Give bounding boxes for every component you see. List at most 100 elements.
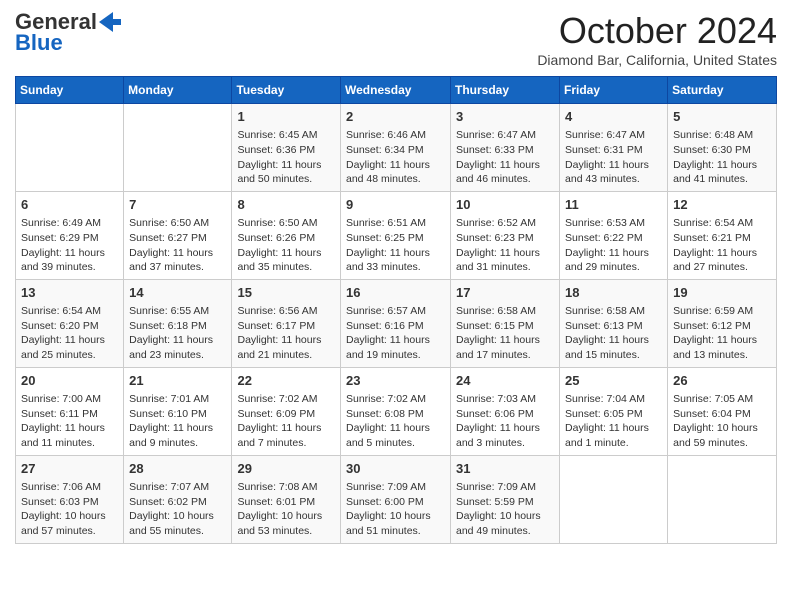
calendar-cell: 16 Sunrise: 6:57 AM Sunset: 6:16 PM Dayli… — [341, 279, 451, 367]
month-title: October 2024 — [537, 10, 777, 52]
calendar-cell: 23Sunrise: 7:02 AM Sunset: 6:08 PM Dayli… — [341, 367, 451, 455]
day-number: 30 — [346, 460, 445, 478]
day-number: 28 — [129, 460, 226, 478]
calendar-cell: 26 Sunrise: 7:05 AM Sunset: 6:04 PM Dayli… — [668, 367, 777, 455]
calendar-cell — [668, 455, 777, 543]
calendar-cell: 7 Sunrise: 6:50 AM Sunset: 6:27 PM Daylig… — [124, 191, 232, 279]
calendar-cell: 20 Sunrise: 7:00 AM Sunset: 6:11 PM Dayli… — [16, 367, 124, 455]
location-text: Diamond Bar, California, United States — [537, 52, 777, 68]
calendar-week-row: 13 Sunrise: 6:54 AM Sunset: 6:20 PM Dayli… — [16, 279, 777, 367]
day-content: Sunrise: 6:50 AM Sunset: 6:27 PM Dayligh… — [129, 216, 226, 275]
calendar-cell: 9 Sunrise: 6:51 AM Sunset: 6:25 PM Daylig… — [341, 191, 451, 279]
title-block: October 2024 Diamond Bar, California, Un… — [537, 10, 777, 68]
day-content: Sunrise: 6:59 AM Sunset: 6:12 PM Dayligh… — [673, 304, 771, 363]
day-number: 27 — [21, 460, 118, 478]
day-number: 5 — [673, 108, 771, 126]
calendar-cell: 24Sunrise: 7:03 AM Sunset: 6:06 PM Dayli… — [451, 367, 560, 455]
day-content: Sunrise: 7:03 AM Sunset: 6:06 PM Dayligh… — [456, 392, 554, 451]
calendar-day-header: Thursday — [451, 77, 560, 104]
day-content: Sunrise: 7:08 AM Sunset: 6:01 PM Dayligh… — [237, 480, 335, 539]
calendar-cell: 1Sunrise: 6:45 AM Sunset: 6:36 PM Daylig… — [232, 104, 341, 192]
day-number: 20 — [21, 372, 118, 390]
day-content: Sunrise: 7:06 AM Sunset: 6:03 PM Dayligh… — [21, 480, 118, 539]
day-number: 4 — [565, 108, 662, 126]
day-content: Sunrise: 6:49 AM Sunset: 6:29 PM Dayligh… — [21, 216, 118, 275]
day-number: 10 — [456, 196, 554, 214]
calendar-cell: 8Sunrise: 6:50 AM Sunset: 6:26 PM Daylig… — [232, 191, 341, 279]
day-number: 11 — [565, 196, 662, 214]
calendar-week-row: 1Sunrise: 6:45 AM Sunset: 6:36 PM Daylig… — [16, 104, 777, 192]
day-content: Sunrise: 7:01 AM Sunset: 6:10 PM Dayligh… — [129, 392, 226, 451]
day-number: 8 — [237, 196, 335, 214]
day-content: Sunrise: 7:09 AM Sunset: 5:59 PM Dayligh… — [456, 480, 554, 539]
calendar-body: 1Sunrise: 6:45 AM Sunset: 6:36 PM Daylig… — [16, 104, 777, 544]
calendar-day-header: Sunday — [16, 77, 124, 104]
day-number: 6 — [21, 196, 118, 214]
day-number: 16 — [346, 284, 445, 302]
day-content: Sunrise: 6:47 AM Sunset: 6:31 PM Dayligh… — [565, 128, 662, 187]
day-content: Sunrise: 7:00 AM Sunset: 6:11 PM Dayligh… — [21, 392, 118, 451]
calendar-cell: 27 Sunrise: 7:06 AM Sunset: 6:03 PM Dayli… — [16, 455, 124, 543]
calendar-cell: 19 Sunrise: 6:59 AM Sunset: 6:12 PM Dayli… — [668, 279, 777, 367]
day-number: 17 — [456, 284, 554, 302]
day-number: 7 — [129, 196, 226, 214]
day-content: Sunrise: 7:05 AM Sunset: 6:04 PM Dayligh… — [673, 392, 771, 451]
day-number: 9 — [346, 196, 445, 214]
calendar-cell: 2 Sunrise: 6:46 AM Sunset: 6:34 PM Daylig… — [341, 104, 451, 192]
day-content: Sunrise: 6:56 AM Sunset: 6:17 PM Dayligh… — [237, 304, 335, 363]
calendar-cell: 5 Sunrise: 6:48 AM Sunset: 6:30 PM Daylig… — [668, 104, 777, 192]
day-content: Sunrise: 6:58 AM Sunset: 6:15 PM Dayligh… — [456, 304, 554, 363]
day-content: Sunrise: 7:02 AM Sunset: 6:08 PM Dayligh… — [346, 392, 445, 451]
day-content: Sunrise: 6:52 AM Sunset: 6:23 PM Dayligh… — [456, 216, 554, 275]
day-content: Sunrise: 7:09 AM Sunset: 6:00 PM Dayligh… — [346, 480, 445, 539]
day-number: 18 — [565, 284, 662, 302]
calendar-week-row: 20 Sunrise: 7:00 AM Sunset: 6:11 PM Dayli… — [16, 367, 777, 455]
day-content: Sunrise: 6:48 AM Sunset: 6:30 PM Dayligh… — [673, 128, 771, 187]
calendar-cell: 13 Sunrise: 6:54 AM Sunset: 6:20 PM Dayli… — [16, 279, 124, 367]
day-content: Sunrise: 6:54 AM Sunset: 6:20 PM Dayligh… — [21, 304, 118, 363]
day-content: Sunrise: 6:53 AM Sunset: 6:22 PM Dayligh… — [565, 216, 662, 275]
calendar-day-header: Wednesday — [341, 77, 451, 104]
calendar-cell: 21Sunrise: 7:01 AM Sunset: 6:10 PM Dayli… — [124, 367, 232, 455]
day-number: 31 — [456, 460, 554, 478]
day-number: 2 — [346, 108, 445, 126]
calendar-cell — [16, 104, 124, 192]
day-number: 13 — [21, 284, 118, 302]
calendar-week-row: 27 Sunrise: 7:06 AM Sunset: 6:03 PM Dayli… — [16, 455, 777, 543]
calendar-header-row: SundayMondayTuesdayWednesdayThursdayFrid… — [16, 77, 777, 104]
calendar-cell: 10 Sunrise: 6:52 AM Sunset: 6:23 PM Dayli… — [451, 191, 560, 279]
page-header: General Blue October 2024 Diamond Bar, C… — [15, 10, 777, 68]
day-number: 19 — [673, 284, 771, 302]
calendar-table: SundayMondayTuesdayWednesdayThursdayFrid… — [15, 76, 777, 544]
day-content: Sunrise: 7:07 AM Sunset: 6:02 PM Dayligh… — [129, 480, 226, 539]
calendar-cell — [560, 455, 668, 543]
day-content: Sunrise: 7:02 AM Sunset: 6:09 PM Dayligh… — [237, 392, 335, 451]
calendar-day-header: Tuesday — [232, 77, 341, 104]
day-content: Sunrise: 6:51 AM Sunset: 6:25 PM Dayligh… — [346, 216, 445, 275]
calendar-cell: 30 Sunrise: 7:09 AM Sunset: 6:00 PM Dayli… — [341, 455, 451, 543]
logo-text-blue: Blue — [15, 30, 63, 56]
day-number: 12 — [673, 196, 771, 214]
logo-arrow-icon — [99, 12, 121, 32]
logo: General Blue — [15, 10, 121, 56]
day-content: Sunrise: 6:57 AM Sunset: 6:16 PM Dayligh… — [346, 304, 445, 363]
calendar-cell: 15Sunrise: 6:56 AM Sunset: 6:17 PM Dayli… — [232, 279, 341, 367]
day-number: 3 — [456, 108, 554, 126]
calendar-cell: 25 Sunrise: 7:04 AM Sunset: 6:05 PM Dayli… — [560, 367, 668, 455]
day-number: 25 — [565, 372, 662, 390]
calendar-cell: 4 Sunrise: 6:47 AM Sunset: 6:31 PM Daylig… — [560, 104, 668, 192]
calendar-cell — [124, 104, 232, 192]
day-number: 22 — [237, 372, 335, 390]
calendar-day-header: Friday — [560, 77, 668, 104]
calendar-cell: 28 Sunrise: 7:07 AM Sunset: 6:02 PM Dayli… — [124, 455, 232, 543]
day-number: 29 — [237, 460, 335, 478]
calendar-day-header: Monday — [124, 77, 232, 104]
day-content: Sunrise: 7:04 AM Sunset: 6:05 PM Dayligh… — [565, 392, 662, 451]
calendar-cell: 29 Sunrise: 7:08 AM Sunset: 6:01 PM Dayli… — [232, 455, 341, 543]
day-content: Sunrise: 6:47 AM Sunset: 6:33 PM Dayligh… — [456, 128, 554, 187]
day-content: Sunrise: 6:54 AM Sunset: 6:21 PM Dayligh… — [673, 216, 771, 275]
calendar-day-header: Saturday — [668, 77, 777, 104]
day-content: Sunrise: 6:46 AM Sunset: 6:34 PM Dayligh… — [346, 128, 445, 187]
day-number: 26 — [673, 372, 771, 390]
calendar-cell: 11 Sunrise: 6:53 AM Sunset: 6:22 PM Dayli… — [560, 191, 668, 279]
